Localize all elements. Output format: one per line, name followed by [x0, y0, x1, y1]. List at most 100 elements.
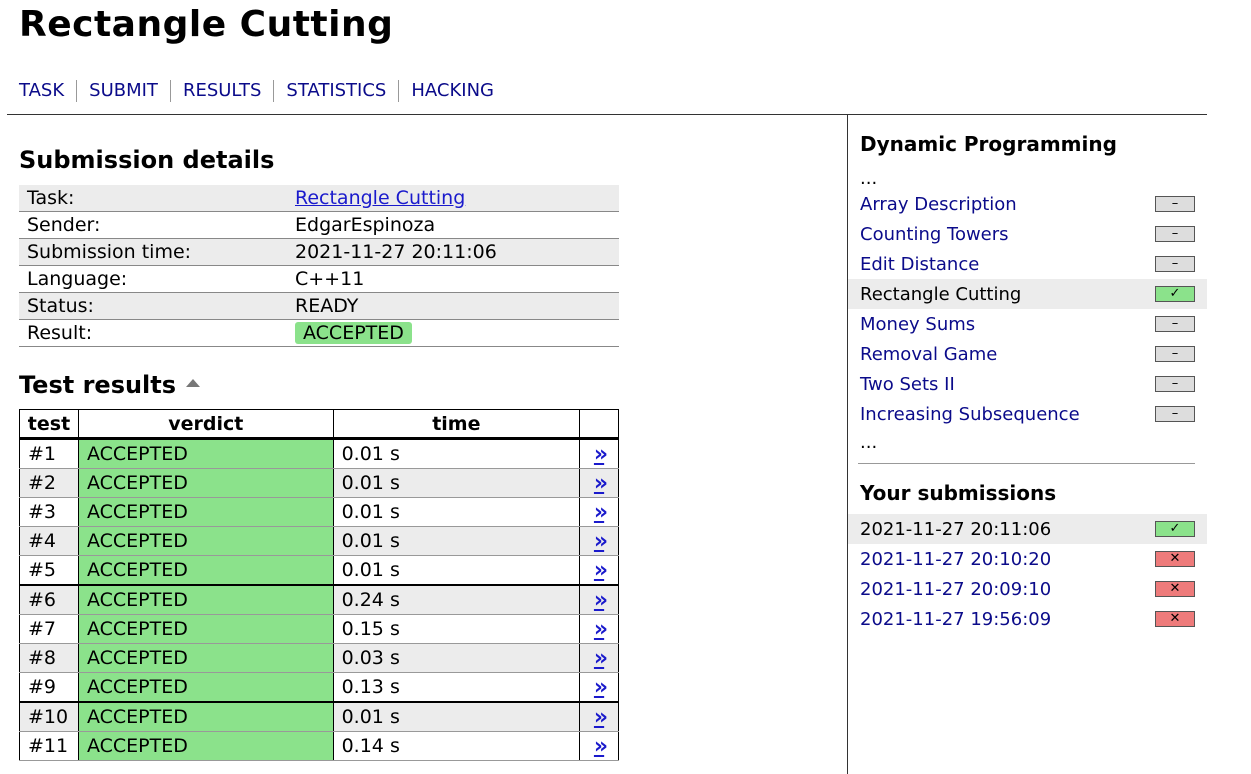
- submission-item[interactable]: 2021-11-27 19:56:09 ✕: [848, 604, 1207, 634]
- submission-time-value: 2021-11-27 20:11:06: [287, 238, 619, 266]
- view-test-link-icon[interactable]: »: [594, 529, 608, 554]
- table-row: #7 ACCEPTED 0.15 s »: [19, 614, 619, 644]
- sidebar-task-item[interactable]: Removal Game –: [848, 339, 1207, 369]
- test-number: #8: [19, 643, 79, 673]
- time-cell: 0.01 s: [332, 468, 581, 498]
- table-row: #11 ACCEPTED 0.14 s »: [19, 731, 619, 761]
- detail-label: Task:: [19, 185, 287, 212]
- test-number: #5: [19, 555, 79, 586]
- time-cell: 0.01 s: [332, 701, 581, 732]
- test-results-body: #1 ACCEPTED 0.01 s» #2 ACCEPTED 0.01 s» #3 ACCE…: [19, 438, 619, 761]
- detail-label: Sender:: [19, 211, 287, 239]
- submission-time-link[interactable]: 2021-11-27 19:56:09: [860, 609, 1051, 630]
- time-cell: 0.01 s: [332, 438, 581, 469]
- detail-row-result: Result: ACCEPTED: [19, 319, 619, 347]
- table-row: #3 ACCEPTED 0.01 s »: [19, 497, 619, 527]
- time-cell: 0.13 s: [332, 672, 581, 703]
- time-cell: 0.01 s: [332, 497, 581, 527]
- time-cell: 0.14 s: [332, 731, 581, 761]
- table-row: #8 ACCEPTED 0.03 s »: [19, 643, 619, 673]
- view-test-link-icon[interactable]: »: [594, 734, 608, 759]
- time-cell: 0.15 s: [332, 614, 581, 644]
- sidebar-task-label: Rectangle Cutting: [860, 283, 1022, 305]
- sidebar-task-link[interactable]: Array Description: [860, 194, 1017, 215]
- check-icon: ✓: [1155, 521, 1195, 537]
- table-row: #4 ACCEPTED 0.01 s »: [19, 526, 619, 556]
- detail-label: Language:: [19, 265, 287, 293]
- task-link[interactable]: Rectangle Cutting: [295, 187, 465, 209]
- ellipsis-top: ...: [860, 168, 878, 189]
- col-verdict-header: verdict: [77, 409, 334, 440]
- nav-statistics[interactable]: STATISTICS: [273, 80, 398, 102]
- task-status-icon: –: [1155, 226, 1195, 242]
- sidebar-task-link[interactable]: Two Sets II: [860, 374, 955, 395]
- sidebar-task-item[interactable]: Array Description –: [848, 189, 1207, 219]
- page-title: Rectangle Cutting: [19, 4, 394, 45]
- time-cell: 0.03 s: [332, 643, 581, 673]
- test-results-heading[interactable]: Test results: [19, 371, 201, 399]
- header-divider: [7, 114, 1207, 115]
- collapse-caret-icon[interactable]: [186, 379, 201, 387]
- view-test-link-icon[interactable]: »: [594, 471, 608, 496]
- verdict-cell: ACCEPTED: [77, 555, 334, 586]
- task-status-icon: ✓: [1155, 286, 1195, 302]
- nav-submit[interactable]: SUBMIT: [76, 80, 170, 102]
- test-number: #2: [19, 468, 79, 498]
- col-test-header: test: [19, 409, 79, 440]
- test-number: #9: [19, 672, 79, 703]
- sidebar-task-item[interactable]: Rectangle Cutting ✓: [848, 279, 1207, 309]
- sidebar-task-link[interactable]: Edit Distance: [860, 254, 979, 275]
- sidebar-divider-line: [858, 463, 1195, 464]
- submission-item[interactable]: 2021-11-27 20:10:20 ✕: [848, 544, 1207, 574]
- col-time-header: time: [332, 409, 581, 440]
- detail-row-sender: Sender: EdgarEspinoza: [19, 211, 619, 239]
- table-row: #2 ACCEPTED 0.01 s »: [19, 468, 619, 498]
- your-submissions-title: Your submissions: [860, 481, 1057, 505]
- sidebar-task-link[interactable]: Counting Towers: [860, 224, 1009, 245]
- view-test-link-icon[interactable]: »: [594, 500, 608, 525]
- status-value: READY: [287, 292, 619, 320]
- cross-icon: ✕: [1155, 611, 1195, 627]
- sidebar-task-link[interactable]: Increasing Subsequence: [860, 404, 1080, 425]
- view-test-link-icon[interactable]: »: [594, 442, 608, 467]
- time-cell: 0.24 s: [332, 584, 581, 615]
- test-number: #10: [19, 701, 79, 732]
- detail-row-language: Language: C++11: [19, 265, 619, 293]
- detail-row-task: Task: Rectangle Cutting: [19, 185, 619, 212]
- verdict-cell: ACCEPTED: [77, 643, 334, 673]
- sidebar-task-item[interactable]: Increasing Subsequence –: [848, 399, 1207, 429]
- view-test-link-icon[interactable]: »: [594, 675, 608, 700]
- submission-item[interactable]: 2021-11-27 20:09:10 ✕: [848, 574, 1207, 604]
- view-test-link-icon[interactable]: »: [594, 588, 608, 613]
- view-test-link-icon[interactable]: »: [594, 617, 608, 642]
- time-cell: 0.01 s: [332, 555, 581, 586]
- your-submissions-list: 2021-11-27 20:11:06 ✓ 2021-11-27 20:10:20 ✕…: [848, 514, 1207, 634]
- sender-value: EdgarEspinoza: [287, 211, 619, 239]
- nav-task[interactable]: TASK: [19, 80, 76, 102]
- view-test-link-icon[interactable]: »: [594, 558, 608, 583]
- nav-hacking[interactable]: HACKING: [398, 80, 506, 102]
- task-status-icon: –: [1155, 316, 1195, 332]
- submission-item[interactable]: 2021-11-27 20:11:06 ✓: [848, 514, 1207, 544]
- verdict-cell: ACCEPTED: [77, 497, 334, 527]
- submission-time-link[interactable]: 2021-11-27 20:09:10: [860, 579, 1051, 600]
- verdict-cell: ACCEPTED: [77, 526, 334, 556]
- view-test-link-icon[interactable]: »: [594, 646, 608, 671]
- sidebar-task-item[interactable]: Edit Distance –: [848, 249, 1207, 279]
- test-number: #7: [19, 614, 79, 644]
- submission-time-link[interactable]: 2021-11-27 20:10:20: [860, 549, 1051, 570]
- task-status-icon: –: [1155, 256, 1195, 272]
- sidebar-task-link[interactable]: Removal Game: [860, 344, 997, 365]
- nav-results[interactable]: RESULTS: [169, 80, 273, 102]
- table-row: #10 ACCEPTED 0.01 s »: [19, 701, 619, 732]
- sidebar-task-link[interactable]: Money Sums: [860, 314, 975, 335]
- task-status-icon: –: [1155, 376, 1195, 392]
- sidebar-task-item[interactable]: Two Sets II –: [848, 369, 1207, 399]
- result-badge: ACCEPTED: [295, 322, 412, 344]
- detail-label: Status:: [19, 292, 287, 320]
- table-row: #1 ACCEPTED 0.01 s »: [19, 438, 619, 469]
- sidebar-task-item[interactable]: Counting Towers –: [848, 219, 1207, 249]
- ellipsis-bottom: ...: [860, 432, 878, 453]
- view-test-link-icon[interactable]: »: [594, 705, 608, 730]
- sidebar-task-item[interactable]: Money Sums –: [848, 309, 1207, 339]
